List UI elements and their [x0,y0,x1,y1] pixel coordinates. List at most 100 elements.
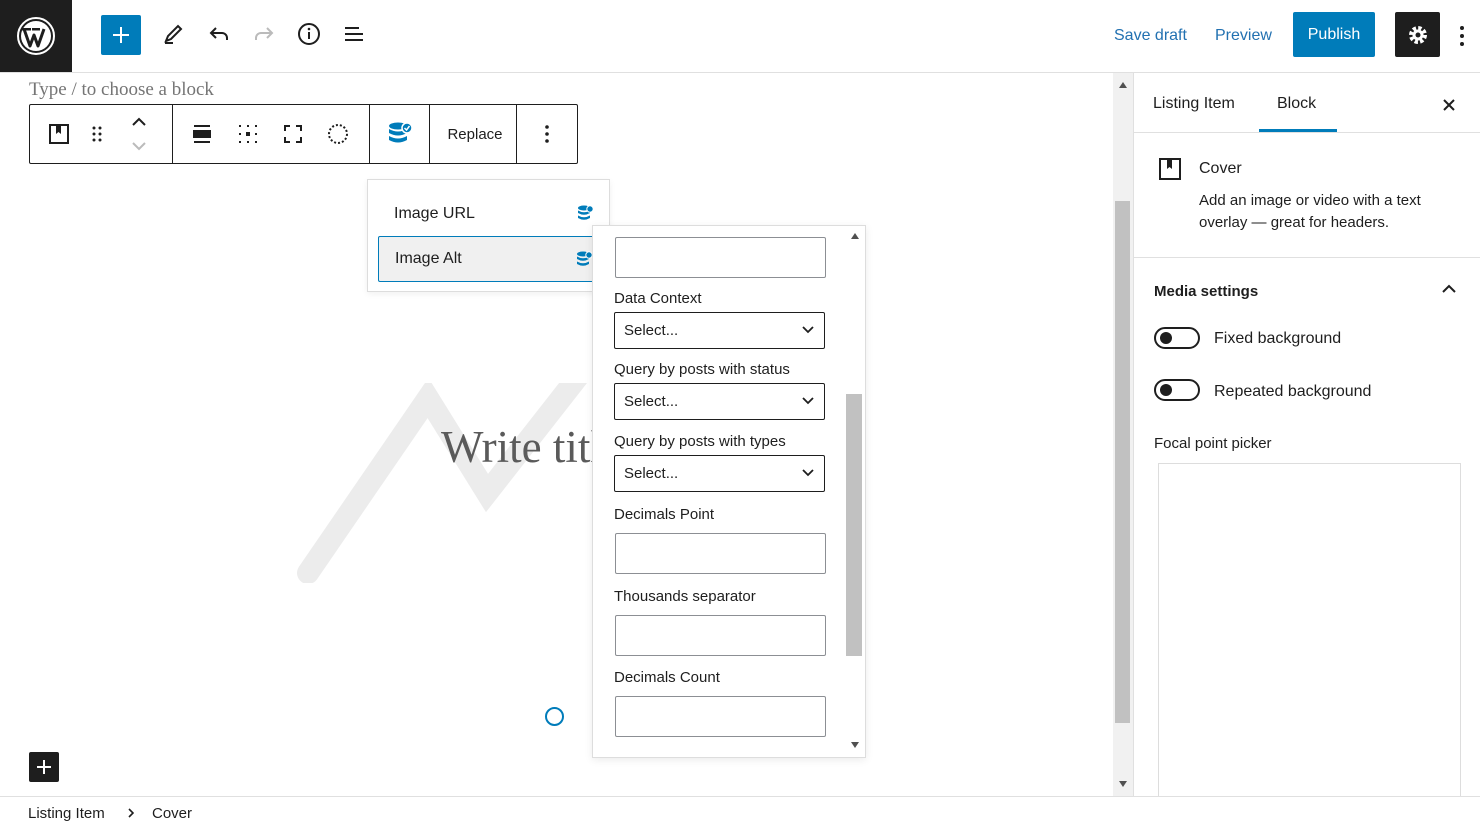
focal-point-label: Focal point picker [1154,435,1272,452]
save-draft-button[interactable]: Save draft [1114,27,1187,45]
media-settings-panel-toggle[interactable]: Media settings [1154,283,1258,300]
info-icon [298,23,320,45]
dynamic-item-image-alt[interactable]: Image Alt [378,236,600,282]
repeated-background-toggle[interactable] [1154,379,1200,401]
data-context-select[interactable]: Select... [614,312,825,349]
database-icon [577,251,593,266]
wordpress-logo-icon[interactable] [0,0,72,72]
content-position-button[interactable] [230,116,266,152]
preview-button[interactable]: Preview [1215,27,1272,45]
chevron-down-icon [802,469,814,477]
image-placeholder-graphic [297,383,588,583]
add-block-toggle-button[interactable] [101,15,141,55]
list-view-icon [345,27,363,41]
duotone-circle-icon [328,124,348,144]
toolbar-separator [369,105,370,163]
scroll-up-arrow-icon[interactable] [1119,82,1127,88]
duotone-button[interactable] [320,116,356,152]
toggle-knob [1160,332,1172,344]
focal-point-picker[interactable] [1158,463,1461,803]
move-up-button[interactable] [121,111,157,133]
cover-block-icon [49,124,69,144]
divider [1134,257,1480,258]
block-card-description: Add an image or video with a text overla… [1199,192,1421,231]
align-wide-icon [193,125,211,143]
chevron-down-icon [802,326,814,334]
scroll-down-arrow-icon[interactable] [851,742,859,748]
dynamic-item-label: Image Alt [395,250,462,267]
add-block-button[interactable] [29,752,59,782]
cover-block-icon [1159,158,1181,180]
plus-icon [37,760,51,774]
repeated-background-label: Repeated background [1214,383,1372,400]
cover-title-placeholder[interactable]: Write title… [441,421,596,473]
tab-block[interactable]: Block [1277,95,1316,113]
editor-header: Save draft Preview Publish [0,0,1480,73]
plus-icon [113,27,129,43]
post-status-select[interactable]: Select... [614,383,825,420]
canvas-scroll-thumb[interactable] [1115,201,1130,723]
chevron-down-icon [802,397,814,405]
publish-button[interactable]: Publish [1293,12,1375,57]
settings-button[interactable] [1395,12,1440,57]
list-view-button[interactable] [336,16,372,52]
block-card-title: Cover [1199,160,1242,177]
gear-icon [1408,25,1427,44]
toolbar-separator [516,105,517,163]
details-button[interactable] [291,16,327,52]
dynamic-data-button[interactable] [382,116,418,152]
thousands-separator-label: Thousands separator [614,588,756,605]
toolbar-separator [172,105,173,163]
decimals-point-input[interactable] [615,533,826,574]
drag-handle-icon [92,126,102,142]
dynamic-item-image-url[interactable]: Image URL [378,191,600,237]
breadcrumb-item-cover[interactable]: Cover [152,805,192,822]
redo-button[interactable] [246,16,282,52]
close-sidebar-button[interactable] [1437,93,1461,117]
post-types-select[interactable]: Select... [614,455,825,492]
full-height-toggle[interactable] [275,116,311,152]
text-field[interactable] [615,237,826,278]
fixed-background-toggle[interactable] [1154,327,1200,349]
database-check-icon [389,122,413,143]
chevron-right-icon [128,808,134,818]
block-appender-placeholder[interactable]: Type / to choose a block [29,79,214,101]
undo-button[interactable] [201,16,237,52]
align-button[interactable] [184,116,220,152]
options-menu-button[interactable] [1452,18,1472,54]
fixed-background-label: Fixed background [1214,330,1342,347]
block-options-button[interactable] [529,116,565,152]
scroll-down-arrow-icon[interactable] [1119,781,1127,787]
pencil-icon [164,24,183,44]
data-context-label: Data Context [614,290,702,307]
dynamic-item-label: Image URL [394,205,475,222]
scroll-up-arrow-icon[interactable] [851,233,859,239]
toggle-knob [1160,384,1172,396]
chevron-up-icon [132,117,146,126]
status-label: Query by posts with status [614,361,790,378]
more-vertical-icon [1460,26,1464,46]
chevron-up-icon[interactable] [1442,284,1456,293]
breadcrumb-item-listing-item[interactable]: Listing Item [28,805,105,822]
editor-canvas: Type / to choose a block Replace Write t… [0,73,1113,796]
block-type-button[interactable] [41,116,77,152]
loading-spinner-icon [545,707,564,726]
position-grid-icon [239,125,257,143]
types-label: Query by posts with types [614,433,786,450]
popover-scroll-thumb[interactable] [846,394,862,656]
drag-handle[interactable] [79,116,115,152]
replace-button[interactable]: Replace [432,105,518,163]
close-icon [1443,99,1455,111]
tab-listing-item[interactable]: Listing Item [1153,95,1235,113]
tools-edit-button[interactable] [155,16,191,52]
toolbar-separator [429,105,430,163]
move-down-button[interactable] [121,135,157,157]
divider [1134,132,1480,133]
thousands-separator-input[interactable] [615,615,826,656]
breadcrumb: Listing Item Cover [0,796,1480,822]
dynamic-settings-popover: Data Context Select... Query by posts wi… [592,225,866,758]
decimals-count-input[interactable] [615,696,826,737]
undo-icon [209,27,228,40]
fullscreen-icon [284,125,302,143]
decimals-count-label: Decimals Count [614,669,720,686]
